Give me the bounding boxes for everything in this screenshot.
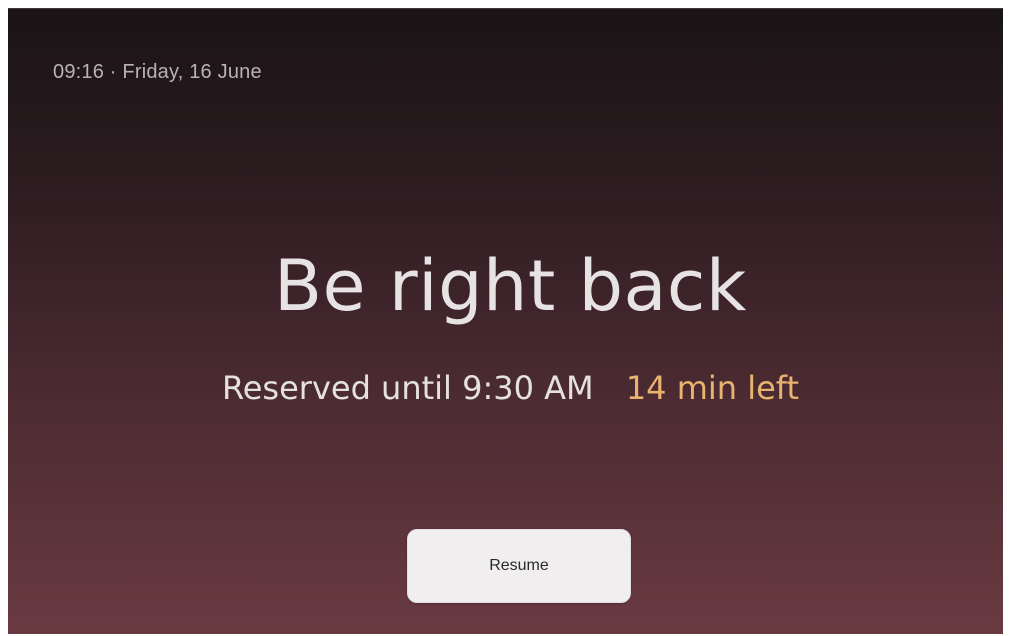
brb-screen: 09:16 · Friday, 16 June Be right back Re… [8, 8, 1013, 635]
device-frame: 09:16 · Friday, 16 June Be right back Re… [0, 0, 1013, 636]
frame-right-edge [1003, 0, 1013, 636]
time-left-text: 14 min left [625, 369, 800, 407]
reservation-info: Reserved until 9:30 AM 14 min left [8, 369, 1013, 407]
page-title: Be right back [274, 245, 747, 327]
resume-button[interactable]: Resume [407, 529, 631, 603]
status-time-date: 09:16 · Friday, 16 June [53, 61, 262, 83]
reserved-until-text: Reserved until 9:30 AM [221, 369, 594, 407]
